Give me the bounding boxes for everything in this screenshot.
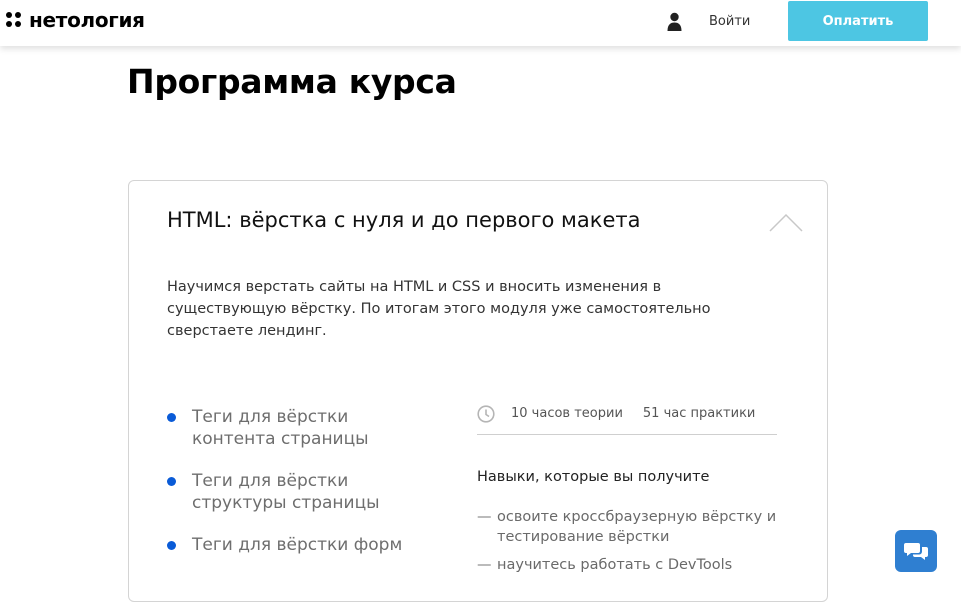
topic-label: Теги для вёрстки структуры страницы (192, 471, 380, 513)
pay-button[interactable]: Оплатить (788, 1, 928, 41)
topic-label: Теги для вёрстки контента страницы (192, 407, 369, 449)
login-link[interactable]: Войти (709, 13, 750, 31)
hours-summary: 10 часов теории 51 час практики (477, 405, 777, 435)
site-header: нетология Войти Оплатить (0, 0, 961, 46)
skill-label: научитесь работать с DevTools (497, 557, 733, 573)
chat-bubbles-icon (904, 543, 928, 560)
page-title: Программа курса (127, 62, 457, 101)
list-item: Теги для вёрстки форм (167, 534, 427, 556)
theory-hours: 10 часов теории (511, 406, 623, 421)
logo-mark-icon (6, 12, 22, 28)
skills-title: Навыки, которые вы получите (477, 469, 710, 485)
module-description: Научимся верстать сайты на HTML и CSS и … (167, 279, 711, 339)
skill-label: освоите кроссбраузерную вёрстку и тестир… (497, 509, 777, 545)
topic-label: Теги для вёрстки форм (192, 535, 403, 555)
list-item: — научитесь работать с DevTools (477, 555, 807, 575)
dash-icon: — (477, 557, 492, 573)
user-icon[interactable] (667, 12, 682, 31)
logo[interactable]: нетология (6, 8, 145, 32)
logo-text: нетология (29, 8, 145, 32)
list-item: Теги для вёрстки структуры страницы (167, 470, 427, 514)
skills-list: — освоите кроссбраузерную вёрстку и тест… (477, 507, 807, 583)
list-item: Теги для вёрстки контента страницы (167, 406, 427, 450)
bullet-icon (167, 477, 176, 486)
bullet-icon (167, 541, 176, 550)
chevron-up-icon[interactable] (769, 213, 803, 233)
practice-hours: 51 час практики (642, 406, 756, 421)
dash-icon: — (477, 509, 492, 525)
clock-icon (477, 405, 495, 423)
bullet-icon (167, 413, 176, 422)
list-item: — освоите кроссбраузерную вёрстку и тест… (477, 507, 807, 547)
topic-list: Теги для вёрстки контента страницы Теги … (167, 406, 427, 576)
chat-button[interactable] (895, 530, 937, 572)
module-card: HTML: вёрстка с нуля и до первого макета… (128, 180, 828, 602)
module-title[interactable]: HTML: вёрстка с нуля и до первого макета (167, 205, 640, 235)
pay-button-label: Оплатить (822, 13, 894, 29)
